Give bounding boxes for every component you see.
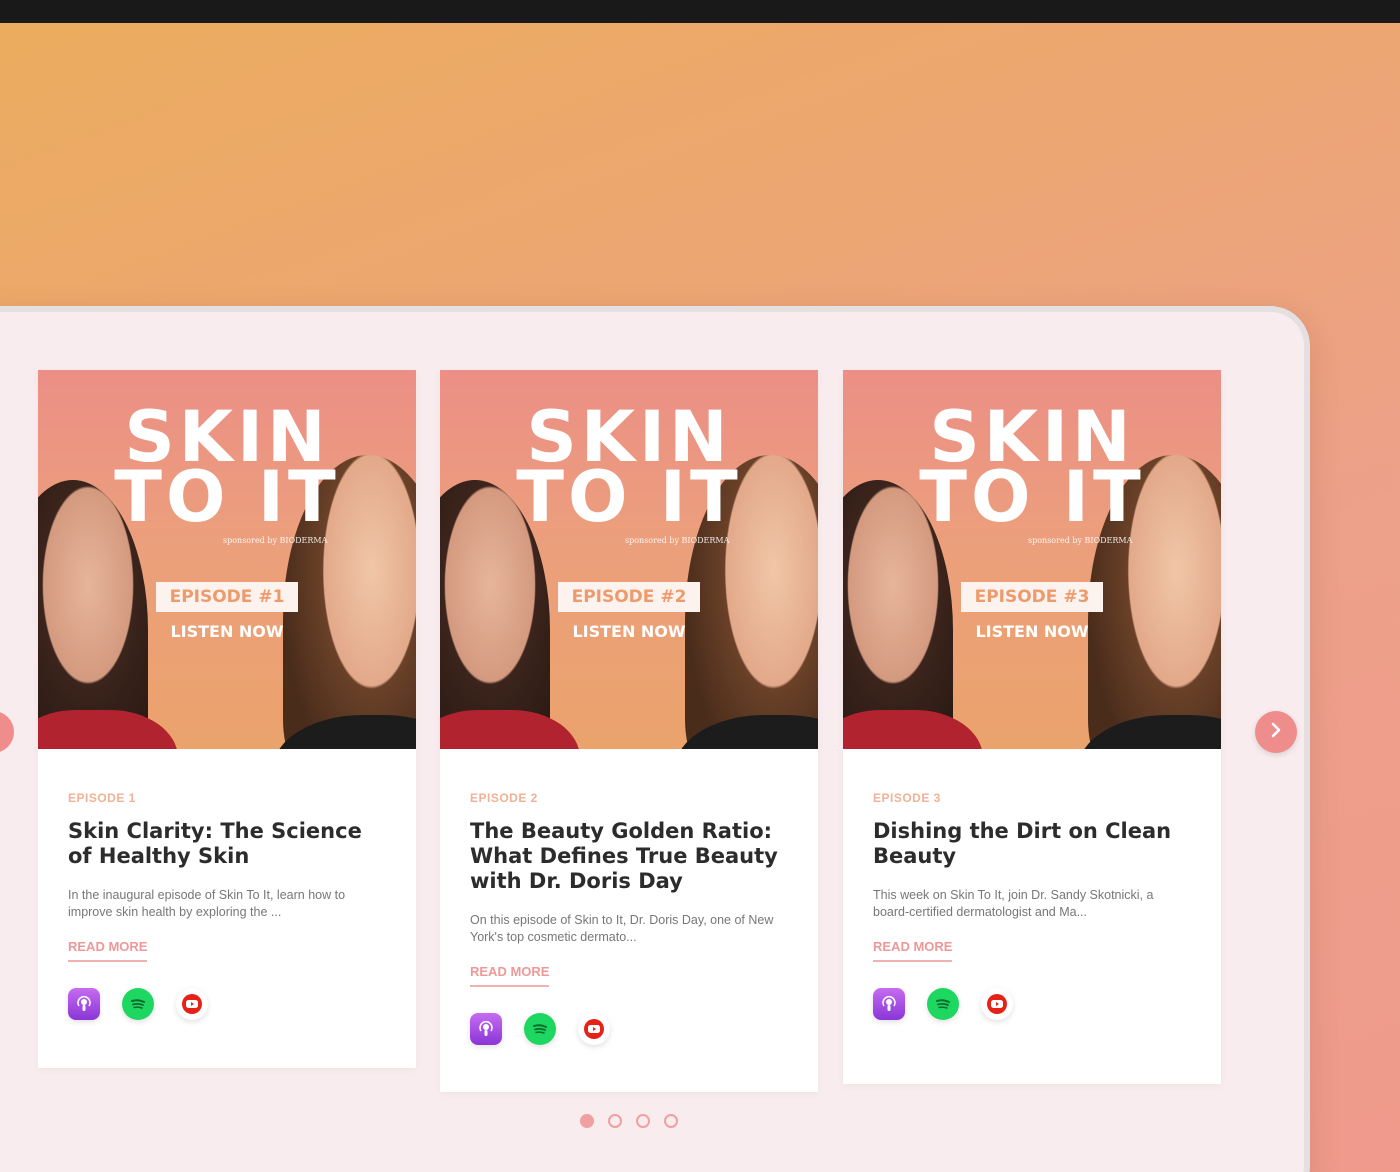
- episode-badge: EPISODE #3: [961, 582, 1103, 612]
- apple-podcasts-icon[interactable]: [873, 988, 905, 1020]
- episode-label: EPISODE 2: [470, 791, 538, 805]
- youtube-icon[interactable]: [176, 988, 208, 1020]
- episode-title[interactable]: The Beauty Golden Ratio: What Defines Tr…: [470, 819, 788, 894]
- episode-card: SKIN TO IT sponsored by BIODERMA EPISODE…: [843, 370, 1221, 1084]
- episode-label: EPISODE 3: [873, 791, 941, 805]
- episode-title[interactable]: Dishing the Dirt on Clean Beauty: [873, 819, 1191, 869]
- apple-podcasts-icon[interactable]: [470, 1013, 502, 1045]
- episode-card: SKIN TO IT sponsored by BIODERMA EPISODE…: [440, 370, 818, 1092]
- spotify-icon[interactable]: [122, 988, 154, 1020]
- spotify-icon[interactable]: [927, 988, 959, 1020]
- episode-description: On this episode of Skin to It, Dr. Doris…: [470, 913, 774, 944]
- episode-thumbnail[interactable]: SKIN TO IT sponsored by BIODERMA EPISODE…: [843, 370, 1221, 749]
- pagination-dot[interactable]: [580, 1114, 594, 1128]
- apple-podcasts-icon[interactable]: [68, 988, 100, 1020]
- pagination-dot[interactable]: [608, 1114, 622, 1128]
- youtube-icon[interactable]: [981, 988, 1013, 1020]
- episode-card: SKIN TO IT sponsored by BIODERMA EPISODE…: [38, 370, 416, 1068]
- sponsor-text: sponsored by BIODERMA: [223, 536, 328, 545]
- youtube-icon[interactable]: [578, 1013, 610, 1045]
- carousel-pagination: [580, 1114, 678, 1128]
- pagination-dot[interactable]: [636, 1114, 650, 1128]
- episode-thumbnail[interactable]: SKIN TO IT sponsored by BIODERMA EPISODE…: [440, 370, 818, 749]
- episode-badge: EPISODE #2: [558, 582, 700, 612]
- episode-thumbnail[interactable]: SKIN TO IT sponsored by BIODERMA EPISODE…: [38, 370, 416, 749]
- listen-now-text: LISTEN NOW: [170, 622, 284, 641]
- sponsor-text: sponsored by BIODERMA: [625, 536, 730, 545]
- read-more-link[interactable]: READ MORE: [873, 939, 953, 962]
- carousel-next-button[interactable]: [1255, 711, 1297, 753]
- episode-description: In the inaugural episode of Skin To It, …: [68, 888, 346, 919]
- chevron-right-icon: [1267, 721, 1285, 744]
- episode-description: This week on Skin To It, join Dr. Sandy …: [873, 888, 1154, 919]
- top-bar: [0, 0, 1400, 23]
- read-more-link[interactable]: READ MORE: [470, 964, 550, 987]
- episode-label: EPISODE 1: [68, 791, 136, 805]
- sponsor-text: sponsored by BIODERMA: [1028, 536, 1133, 545]
- episode-title[interactable]: Skin Clarity: The Science of Healthy Ski…: [68, 819, 386, 869]
- read-more-link[interactable]: READ MORE: [68, 939, 148, 962]
- listen-now-text: LISTEN NOW: [975, 622, 1089, 641]
- spotify-icon[interactable]: [524, 1013, 556, 1045]
- pagination-dot[interactable]: [664, 1114, 678, 1128]
- episode-badge: EPISODE #1: [156, 582, 298, 612]
- podcast-logo-line2: TO IT: [516, 456, 742, 538]
- podcast-logo-line2: TO IT: [919, 456, 1145, 538]
- podcast-logo-line2: TO IT: [114, 456, 340, 538]
- listen-now-text: LISTEN NOW: [572, 622, 686, 641]
